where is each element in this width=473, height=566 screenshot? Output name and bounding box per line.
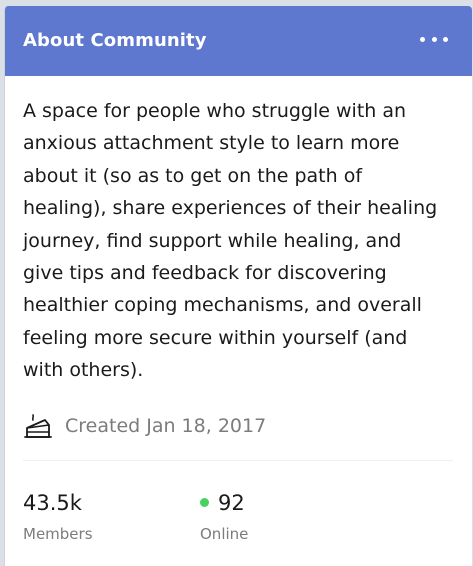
created-date: Created Jan 18, 2017 xyxy=(65,414,267,437)
card-title: About Community xyxy=(23,30,207,51)
online-stat: 92 Online xyxy=(200,489,248,543)
online-count: 92 xyxy=(218,490,245,515)
about-community-card: About Community A space for people who s… xyxy=(4,6,472,566)
community-stats: 43.5k Members 92 Online xyxy=(23,461,454,543)
community-description: A space for people who struggle with an … xyxy=(23,100,438,382)
online-status-icon xyxy=(200,498,209,508)
created-row: Created Jan 18, 2017 xyxy=(23,410,454,442)
online-value-row: 92 xyxy=(200,489,248,517)
members-stat: 43.5k Members xyxy=(23,489,93,543)
card-body: A space for people who struggle with an … xyxy=(5,95,472,543)
more-dot xyxy=(431,36,437,42)
more-dot xyxy=(420,36,425,42)
more-dot xyxy=(443,36,448,42)
cake-icon xyxy=(24,413,52,438)
members-count: 43.5k xyxy=(23,490,82,515)
card-header: About Community xyxy=(5,6,472,76)
online-label: Online xyxy=(200,524,249,543)
members-label: Members xyxy=(23,524,93,543)
more-options-icon[interactable] xyxy=(420,30,448,48)
